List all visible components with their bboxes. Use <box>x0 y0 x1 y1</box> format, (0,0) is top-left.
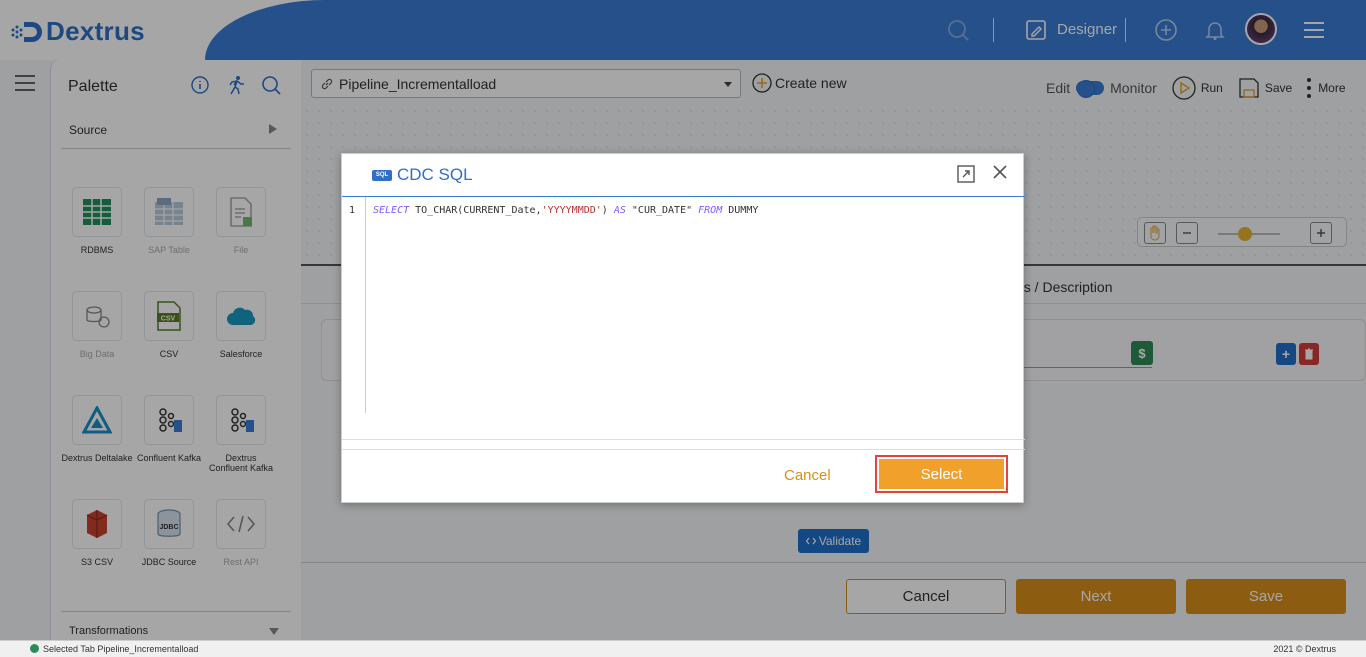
code-keyword: SELECT <box>373 205 410 216</box>
close-icon[interactable] <box>990 162 1012 184</box>
status-text: Selected Tab Pipeline_Incrementalload <box>43 644 199 654</box>
code-text: TO_CHAR(CURRENT_Date, <box>409 205 542 216</box>
app-root: Dextrus Designer Palette Source RDBMS SA… <box>0 0 1366 657</box>
dialog-cancel-button[interactable]: Cancel <box>784 467 831 484</box>
select-button-highlight[interactable]: Select <box>875 455 1008 493</box>
code-string: 'YYYYMMDD' <box>541 205 602 216</box>
code-keyword: FROM <box>698 205 723 216</box>
dialog-divider <box>342 449 1025 450</box>
cdc-sql-dialog: SQL CDC SQL 1 SELECT TO_CHAR(CURRENT_Dat… <box>341 153 1025 503</box>
copyright-text: 2021 © Dextrus <box>1273 644 1336 654</box>
dialog-select-button[interactable]: Select <box>879 459 1004 489</box>
sql-icon: SQL <box>372 169 392 181</box>
code-line[interactable]: SELECT TO_CHAR(CURRENT_Date,'YYYYMMDD') … <box>373 205 758 216</box>
code-keyword: AS <box>613 205 626 216</box>
status-bar: Selected Tab Pipeline_Incrementalload 20… <box>0 640 1366 657</box>
line-number: 1 <box>349 205 356 216</box>
dialog-divider <box>342 439 1025 440</box>
dialog-title: SQL CDC SQL <box>372 165 473 185</box>
code-text: ) <box>601 205 614 216</box>
editor-gutter: 1 <box>342 197 366 413</box>
maximize-icon[interactable] <box>956 164 978 186</box>
sql-editor[interactable]: 1 SELECT TO_CHAR(CURRENT_Date,'YYYYMMDD'… <box>342 196 1025 440</box>
code-text: DUMMY <box>722 205 759 216</box>
code-text: "CUR_DATE" <box>625 205 699 216</box>
dialog-title-text: CDC SQL <box>397 165 473 184</box>
status-ok-icon <box>30 644 39 653</box>
